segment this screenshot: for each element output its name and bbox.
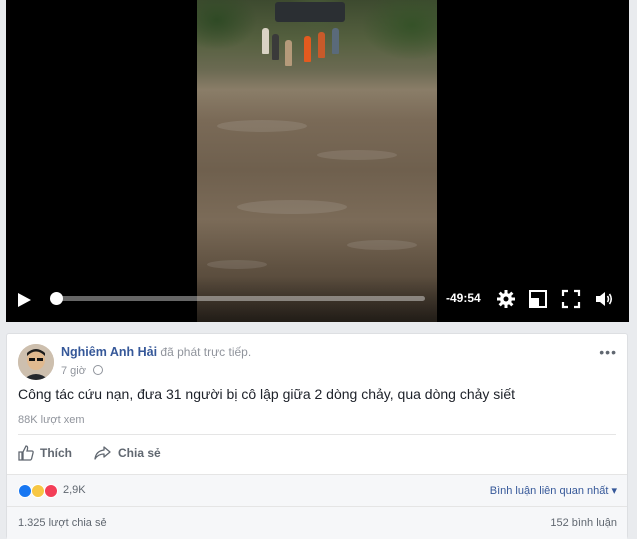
- sad-reaction-icon[interactable]: [31, 484, 45, 498]
- globe-icon: [93, 365, 104, 375]
- author-action-text: đã phát trực tiếp.: [160, 345, 252, 359]
- post-meta: 7 giờ: [61, 365, 104, 377]
- play-icon[interactable]: [14, 292, 34, 308]
- reactions-bar: 2,9K Bình luận liên quan nhất ▾: [7, 474, 627, 507]
- comment-sort-dropdown[interactable]: Bình luận liên quan nhất ▾: [490, 484, 617, 497]
- post-text: Công tác cứu nạn, đưa 31 người bị cô lập…: [18, 386, 516, 402]
- love-reaction-icon[interactable]: [44, 484, 58, 498]
- post-time[interactable]: 7 giờ: [61, 365, 86, 377]
- comment-count[interactable]: 152 bình luận: [550, 517, 617, 529]
- fullscreen-icon[interactable]: [561, 289, 581, 309]
- like-button[interactable]: Thích: [18, 443, 72, 463]
- picture-in-picture-icon[interactable]: [528, 289, 548, 309]
- video-house: [275, 2, 345, 22]
- share-arrow-icon: [94, 446, 111, 460]
- comment-sort-label: Bình luận liên quan nhất: [489, 485, 609, 497]
- video-frame: [197, 0, 437, 322]
- progress-knob[interactable]: [49, 292, 63, 305]
- more-options-icon[interactable]: •••: [599, 344, 617, 360]
- post-card: Nghiêm Anh Hải đã phát trực tiếp. 7 giờ …: [6, 333, 628, 539]
- avatar-image: [18, 344, 54, 380]
- share-label: Chia sẻ: [118, 446, 161, 460]
- share-count[interactable]: 1.325 lượt chia sẻ: [18, 517, 107, 529]
- chevron-down-icon: ▾: [611, 485, 617, 497]
- like-label: Thích: [40, 446, 72, 460]
- author-line: Nghiêm Anh Hải đã phát trực tiếp.: [61, 345, 251, 359]
- thumbs-up-icon: [18, 445, 34, 461]
- reaction-count[interactable]: 2,9K: [63, 484, 86, 496]
- volume-icon[interactable]: [594, 289, 614, 309]
- time-remaining: -49:54: [446, 291, 481, 305]
- divider: [18, 434, 616, 435]
- view-count: 88K lượt xem: [18, 414, 85, 426]
- video-people: [252, 22, 372, 82]
- avatar[interactable]: [18, 344, 54, 380]
- footer-bar: 1.325 lượt chia sẻ 152 bình luận: [7, 506, 627, 539]
- progress-bar[interactable]: [49, 292, 425, 305]
- video-player[interactable]: [6, 0, 629, 322]
- gear-icon[interactable]: [496, 289, 516, 309]
- share-button[interactable]: Chia sẻ: [94, 443, 161, 463]
- author-name[interactable]: Nghiêm Anh Hải: [61, 345, 157, 359]
- like-reaction-icon[interactable]: [18, 484, 32, 498]
